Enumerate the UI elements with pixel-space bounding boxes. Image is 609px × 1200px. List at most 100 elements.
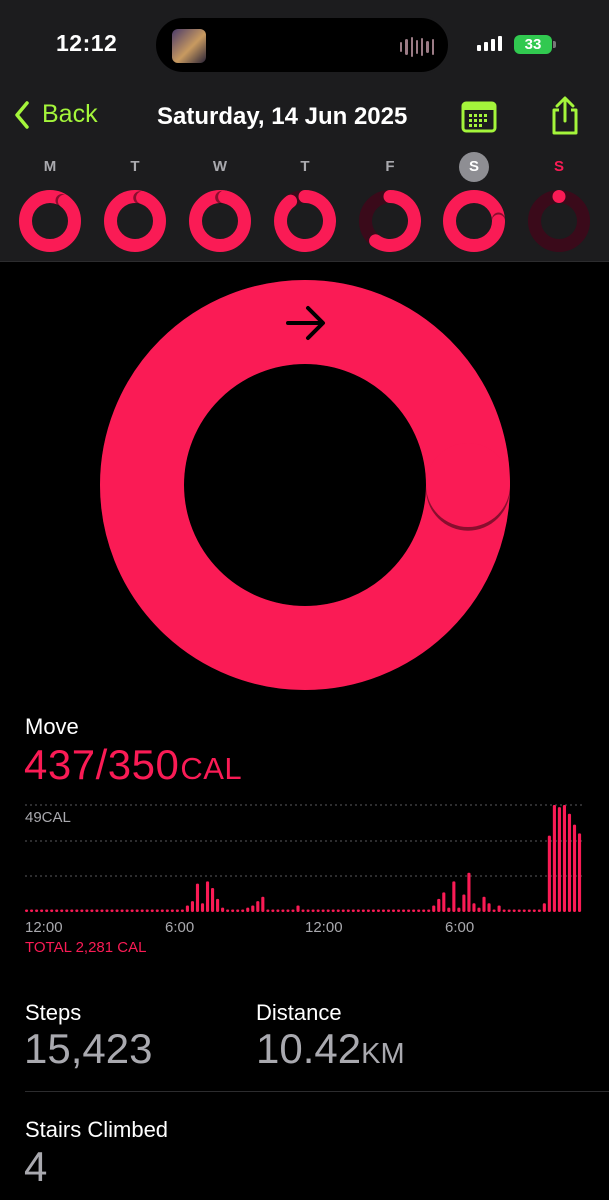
week-day-4[interactable]: F: [359, 152, 421, 252]
chart-bar: [336, 909, 340, 912]
chart-bar: [45, 909, 49, 912]
chart-bar: [125, 909, 129, 912]
chart-bar: [477, 907, 481, 912]
chart-bar: [502, 909, 506, 912]
chart-bar: [140, 909, 144, 912]
chart-bar: [150, 909, 154, 912]
chart-bar: [236, 909, 240, 912]
chart-bar: [562, 805, 567, 912]
week-day-1[interactable]: T: [104, 152, 166, 252]
week-day-letter: S: [459, 152, 489, 182]
stairs-value: 4: [24, 1143, 48, 1190]
move-ring[interactable]: [98, 278, 512, 692]
chart-total-label: TOTAL 2,281 CAL: [25, 939, 146, 956]
chart-bar: [75, 909, 79, 912]
chart-bar: [437, 898, 441, 912]
chart-bar: [567, 813, 572, 912]
chart-bar: [286, 909, 290, 912]
chart-bar: [281, 909, 285, 912]
chart-bar: [30, 909, 34, 912]
chart-bar: [246, 907, 250, 912]
chart-ymax-label: 49CAL: [25, 809, 71, 826]
week-day-ring: [274, 190, 336, 252]
chart-bar: [417, 909, 421, 912]
chart-bar: [527, 909, 531, 912]
chart-bar: [195, 883, 200, 912]
chart-bar: [427, 909, 431, 912]
calendar-button[interactable]: [461, 101, 497, 138]
chart-bar: [50, 909, 54, 912]
chart-bar: [200, 903, 205, 912]
chart-bar: [487, 903, 491, 912]
week-day-ring: [443, 190, 505, 252]
chart-bar: [397, 909, 401, 912]
week-day-5[interactable]: S: [443, 152, 505, 252]
chart-bar: [492, 909, 496, 912]
week-day-3[interactable]: T: [274, 152, 336, 252]
chart-bar: [301, 909, 305, 912]
week-day-ring: [19, 190, 81, 252]
dynamic-island[interactable]: [154, 16, 450, 74]
chart-bar: [442, 892, 446, 912]
chart-bar: [557, 807, 561, 912]
chart-bar: [256, 901, 260, 912]
move-label: Move: [25, 714, 79, 739]
chart-bar: [110, 909, 114, 912]
status-time: 12:12: [56, 30, 118, 56]
chart-bar: [95, 909, 99, 912]
chevron-left-icon: [15, 100, 29, 129]
battery-icon: 33: [514, 35, 552, 54]
week-day-ring: [189, 190, 251, 252]
stairs-label: Stairs Climbed: [25, 1117, 169, 1142]
chart-bar: [412, 909, 416, 912]
chart-bar: [165, 909, 169, 912]
chart-bar: [60, 909, 64, 912]
back-button[interactable]: Back: [14, 100, 98, 129]
chart-bar: [467, 872, 471, 912]
chart-bar: [241, 909, 245, 912]
chart-bar: [371, 909, 375, 912]
cellular-signal-icon: [477, 36, 502, 51]
chart-bar: [366, 909, 370, 912]
chart-bar: [90, 909, 94, 912]
chart-bar: [65, 909, 69, 912]
week-day-letter: M: [43, 158, 57, 175]
week-day-2[interactable]: W: [189, 152, 251, 252]
chart-bar: [356, 909, 360, 912]
move-value-number: 437/350: [24, 741, 180, 788]
chart-bar: [185, 905, 189, 912]
chart-bar: [331, 909, 335, 912]
calendar-icon: [461, 101, 497, 133]
audio-waveform-icon: [400, 36, 434, 58]
chart-bar: [341, 909, 345, 912]
share-button[interactable]: [549, 96, 581, 141]
chart-bar: [321, 909, 325, 912]
chart-bar: [462, 894, 466, 912]
chart-bar: [205, 881, 210, 912]
chart-bar: [386, 909, 391, 912]
week-day-6[interactable]: S: [528, 152, 590, 252]
chart-bar: [311, 909, 315, 912]
move-value: 437/350CAL: [24, 741, 242, 789]
steps-label: Steps: [25, 1000, 82, 1025]
chart-x-ticks: 12:00 6:00 12:00 6:00: [25, 919, 474, 936]
chart-bar: [547, 835, 551, 912]
chart-bar: [221, 907, 225, 912]
chart-bar: [266, 909, 270, 912]
week-day-ring: [359, 190, 421, 252]
chart-bar: [432, 905, 436, 912]
chart-bar: [522, 909, 526, 912]
chart-bar: [296, 905, 300, 912]
chart-bar: [130, 909, 134, 912]
chart-bar: [115, 909, 119, 912]
album-art-icon: [172, 29, 206, 63]
distance-unit: KM: [361, 1038, 405, 1070]
chart-bars: [25, 805, 582, 912]
week-day-0[interactable]: M: [19, 152, 81, 252]
chart-bar: [537, 909, 541, 912]
chart-bar: [402, 909, 406, 912]
chart-bar: [70, 909, 74, 912]
week-day-letter: F: [385, 158, 395, 175]
chart-x-tick: 12:00: [25, 919, 63, 936]
chart-bar: [472, 903, 476, 912]
